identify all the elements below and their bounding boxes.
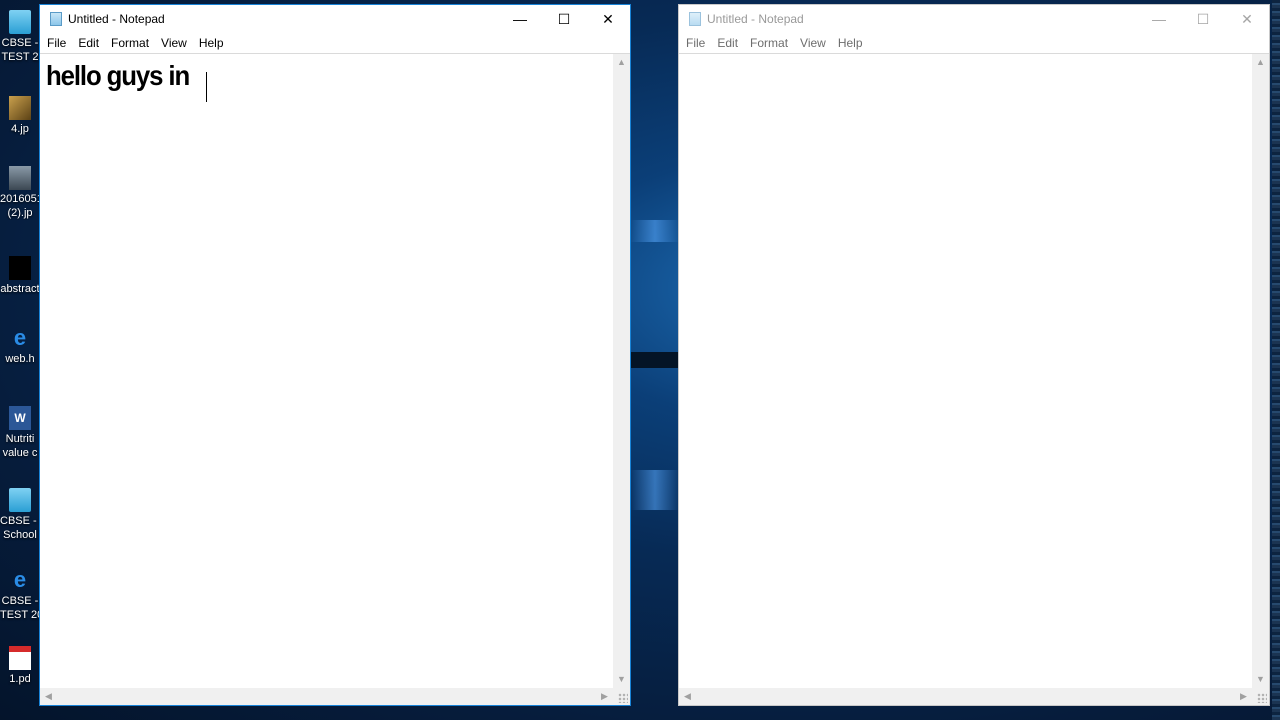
desktop-icon-4-jpg[interactable]: 4.jp [0,96,40,136]
scroll-left-arrow-icon[interactable]: ◀ [40,688,57,705]
image-file-icon [9,256,31,280]
menu-view[interactable]: View [155,33,193,53]
scroll-down-arrow-icon[interactable]: ▼ [613,671,630,688]
desktop-icon-label: 4.jp [11,123,29,135]
maximize-button[interactable]: ☐ [1181,5,1225,33]
menu-bar: File Edit Format View Help [40,33,630,53]
menu-help[interactable]: Help [832,33,869,53]
desktop-icon-abstract[interactable]: abstract [0,256,40,296]
menu-view[interactable]: View [794,33,832,53]
notepad-icon [689,12,701,26]
notepad-window-inactive[interactable]: Untitled - Notepad — ☐ ✕ File Edit Format V… [678,4,1270,706]
vertical-scrollbar[interactable]: ▲ ▼ [1252,54,1269,688]
desktop-icon-label: CBSE - S School [0,515,40,541]
size-grip[interactable] [613,688,630,705]
desktop-icon-cbse-test-web[interactable]: e CBSE - TEST 20 [0,568,40,622]
size-grip[interactable] [1252,688,1269,705]
horizontal-scrollbar[interactable]: ◀ ▶ [679,688,1252,705]
editor-text: hello guys in [46,60,190,91]
photo-file-icon [9,166,31,190]
internet-explorer-icon: e [13,568,27,592]
wallpaper-light-beam [630,220,680,242]
text-editor[interactable]: ▲ ▼ ◀ ▶ [679,53,1269,705]
desktop-icon-nutrition[interactable]: W Nutriti value c [0,406,40,460]
desktop-icon-photo[interactable]: 2016051 (2).jp [0,166,40,220]
desktop-icon-label: CBSE - TEST 2 [1,37,39,63]
horizontal-scrollbar[interactable]: ◀ ▶ [40,688,613,705]
desktop-icon-cbse-school[interactable]: CBSE - S School [0,488,40,542]
desktop-icon-label: Nutriti value c [2,433,38,459]
folder-icon [9,10,31,34]
notepad-window-active[interactable]: Untitled - Notepad — ☐ ✕ File Edit Format V… [39,4,631,706]
close-button[interactable]: ✕ [1225,5,1269,33]
vertical-scrollbar[interactable]: ▲ ▼ [613,54,630,688]
close-button[interactable]: ✕ [586,5,630,33]
background-window-edge [1272,0,1280,720]
notepad-icon [50,12,62,26]
desktop-icon-label: 2016051 (2).jp [0,193,40,219]
scroll-up-arrow-icon[interactable]: ▲ [613,54,630,71]
desktop-icon-web[interactable]: e web.h [0,326,40,366]
minimize-button[interactable]: — [498,5,542,33]
desktop-icon-label: CBSE - TEST 20 [0,595,40,621]
title-bar[interactable]: Untitled - Notepad — ☐ ✕ [679,5,1269,33]
menu-bar: File Edit Format View Help [679,33,1269,53]
scroll-left-arrow-icon[interactable]: ◀ [679,688,696,705]
menu-format[interactable]: Format [105,33,155,53]
menu-file[interactable]: File [41,33,72,53]
resize-grip-icon [618,693,628,703]
scroll-down-arrow-icon[interactable]: ▼ [1252,671,1269,688]
window-title: Untitled - Notepad [707,12,804,26]
desktop-icon-cbse-test[interactable]: CBSE - TEST 2 [0,10,40,64]
word-document-icon: W [9,406,31,430]
text-editor[interactable]: hello guys in ▲ ▼ ◀ ▶ [40,53,630,705]
text-caret [206,72,207,102]
desktop-icon-label: 1.pd [9,673,31,685]
menu-edit[interactable]: Edit [711,33,744,53]
window-title: Untitled - Notepad [68,12,165,26]
internet-explorer-icon: e [13,326,27,350]
pdf-file-icon [9,646,31,670]
scroll-right-arrow-icon[interactable]: ▶ [1235,688,1252,705]
minimize-button[interactable]: — [1137,5,1181,33]
maximize-button[interactable]: ☐ [542,5,586,33]
menu-file[interactable]: File [680,33,711,53]
desktop-icon-label: web.h [5,353,35,365]
scroll-up-arrow-icon[interactable]: ▲ [1252,54,1269,71]
menu-format[interactable]: Format [744,33,794,53]
wallpaper-light-beam [630,470,680,510]
wallpaper-dark-band [630,352,680,368]
desktop-icon-label: abstract [0,283,40,295]
resize-grip-icon [1257,693,1267,703]
menu-edit[interactable]: Edit [72,33,105,53]
scroll-right-arrow-icon[interactable]: ▶ [596,688,613,705]
menu-help[interactable]: Help [193,33,230,53]
image-file-icon [9,96,31,120]
folder-icon [9,488,31,512]
title-bar[interactable]: Untitled - Notepad — ☐ ✕ [40,5,630,33]
desktop-icon-pdf[interactable]: 1.pd [0,646,40,686]
